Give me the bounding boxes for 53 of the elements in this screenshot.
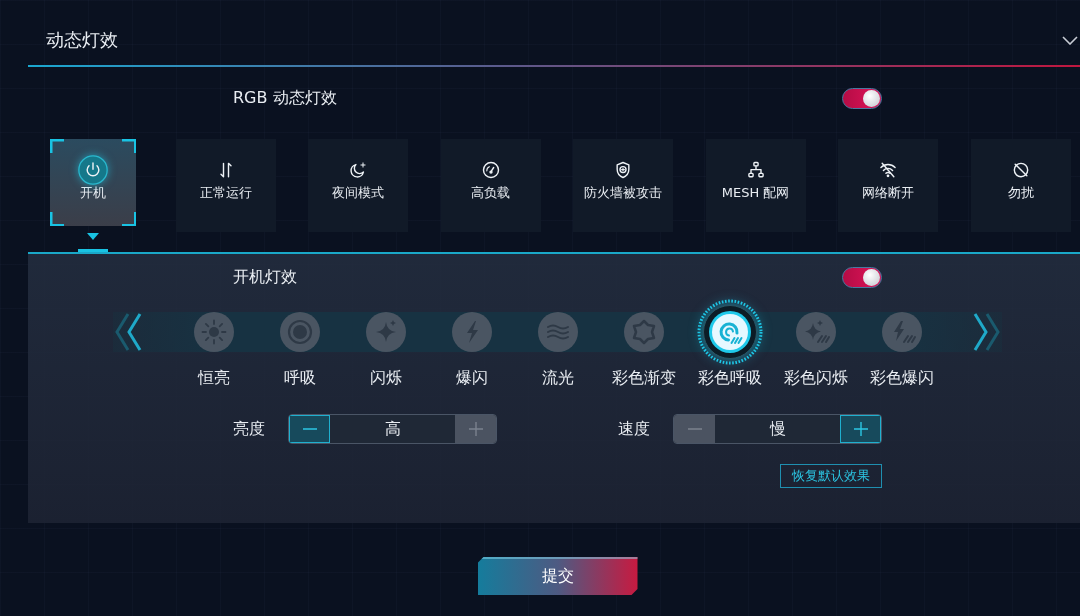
mode-tab[interactable]: 夜间模式 [308,139,408,232]
toggle-switch[interactable] [842,266,882,288]
setting-label: RGB 动态灯效 [233,88,337,108]
plus-icon [468,422,483,436]
double-chevron-right-icon[interactable] [972,312,1002,352]
effect-option[interactable]: 彩色闪烁 [773,299,859,388]
submit-button[interactable]: 提交 [477,557,638,595]
effect-option[interactable]: 恒亮 [171,299,257,388]
stepper-value: 高 [383,418,402,440]
shield-plus-icon [613,160,633,180]
lightning-stripes-icon [882,312,922,352]
double-chevron-left-icon[interactable] [113,312,143,352]
mode-tab[interactable]: 防火墙被攻击 [573,139,673,232]
rings-icon [280,312,320,352]
power-icon [78,155,108,185]
decrease-button[interactable] [289,415,330,443]
network-icon [745,160,766,180]
plus-icon [853,422,868,436]
chevron-down-icon[interactable] [1062,35,1078,45]
restore-defaults-button[interactable]: 恢复默认效果 [780,464,882,488]
mode-tab[interactable]: 正常运行 [175,139,276,232]
sparkle-stripes-icon [796,312,836,352]
toggle-switch[interactable] [842,87,882,109]
increase-button[interactable] [840,415,881,443]
section-title: 动态灯效 [46,28,118,52]
mode-tab[interactable]: MESH 配网 [705,139,806,232]
effect-option[interactable]: 彩色爆闪 [859,299,945,388]
wifi-off-icon [878,160,898,180]
effect-option[interactable]: 流光 [515,299,601,388]
lightning-icon [452,312,492,352]
setting-label: 速度 [618,419,650,439]
effect-option[interactable]: 彩色呼吸 [687,299,773,388]
mode-tab[interactable]: 网络断开 [838,139,938,232]
setting-label: 亮度 [233,419,265,439]
setting-label: 开机灯效 [233,267,297,287]
effect-option[interactable]: 彩色渐变 [601,299,687,388]
minus-icon [302,428,317,430]
stepper-value: 慢 [768,418,787,440]
mode-tab[interactable]: 勿扰 [970,139,1071,232]
effect-option[interactable]: 闪烁 [343,299,429,388]
waves-icon [538,312,578,352]
minus-icon [687,428,702,430]
selection-marker-icon [78,232,108,252]
mode-tab[interactable]: 高负载 [440,139,541,232]
swirl-icon [697,299,763,365]
sun-icon [194,312,234,352]
sparkle-icon [366,312,406,352]
moon-icon [348,160,368,180]
star-outline-icon [624,312,664,352]
gauge-icon [480,160,501,180]
effect-option[interactable]: 爆闪 [429,299,515,388]
mode-tab[interactable]: 开机 [50,139,136,226]
effect-option[interactable]: 呼吸 [257,299,343,388]
